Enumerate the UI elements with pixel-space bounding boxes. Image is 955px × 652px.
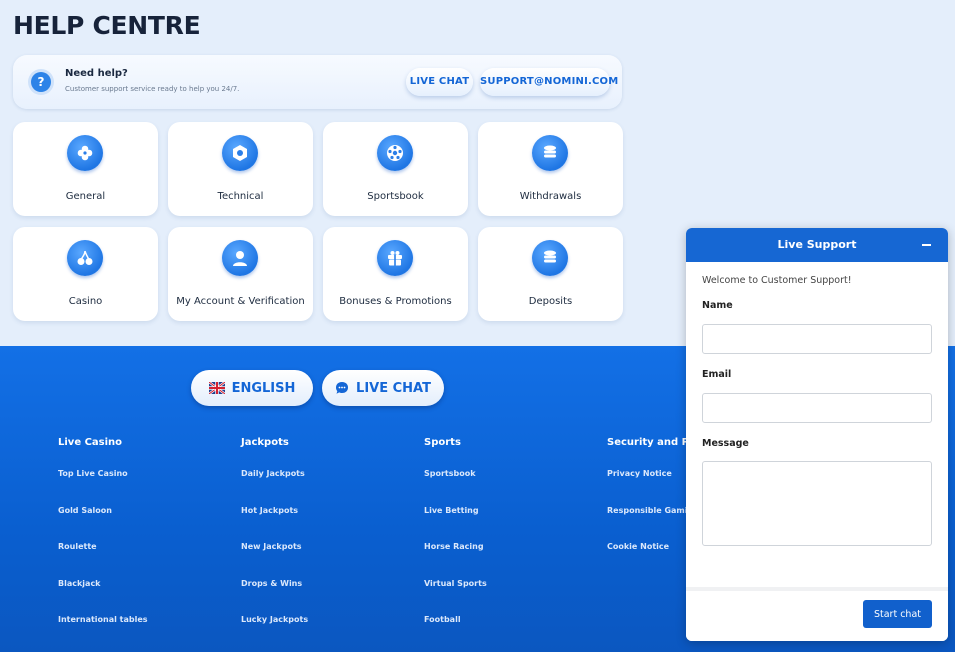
user-icon — [222, 240, 258, 276]
live-support-widget: Live Support Welcome to Customer Support… — [686, 228, 948, 641]
message-textarea[interactable] — [702, 461, 932, 546]
start-chat-button[interactable]: Start chat — [863, 600, 932, 628]
footer-link[interactable]: Sportsbook — [424, 469, 476, 478]
footer-link[interactable]: Blackjack — [58, 579, 101, 588]
category-card-withdrawals[interactable]: Withdrawals — [478, 122, 623, 216]
help-heading: Need help? — [65, 68, 128, 79]
email-label: Email — [702, 369, 732, 380]
clover-icon — [67, 135, 103, 171]
category-label: Withdrawals — [519, 191, 582, 202]
footer-column-sports: Sports Sportsbook Live Betting Horse Rac… — [424, 437, 487, 624]
coins-icon — [532, 240, 568, 276]
minimize-icon[interactable] — [922, 244, 931, 246]
footer-link[interactable]: Hot Jackpots — [241, 506, 298, 515]
footer-live-chat-button[interactable]: LIVE CHAT — [322, 370, 444, 406]
language-label: ENGLISH — [231, 380, 296, 396]
footer-link[interactable]: Cookie Notice — [607, 542, 669, 551]
footer-link[interactable]: International tables — [58, 615, 148, 624]
name-label: Name — [702, 300, 733, 311]
message-label: Message — [702, 438, 749, 449]
category-card-technical[interactable]: Technical — [168, 122, 313, 216]
category-label: Technical — [217, 191, 264, 202]
footer-link[interactable]: Football — [424, 615, 461, 624]
category-label: General — [65, 191, 106, 202]
footer-link[interactable]: Gold Saloon — [58, 506, 112, 515]
footer-column-heading: Sports — [424, 437, 461, 448]
chat-title: Live Support — [777, 238, 857, 251]
gift-icon — [377, 240, 413, 276]
chat-header: Live Support — [686, 228, 948, 262]
footer-link[interactable]: Drops & Wins — [241, 579, 302, 588]
chat-footer: Start chat — [686, 587, 948, 641]
page-title: HELP CENTRE — [13, 11, 201, 40]
category-label: Casino — [68, 296, 103, 307]
help-subtext: Customer support service ready to help y… — [65, 85, 240, 93]
footer-link[interactable]: Virtual Sports — [424, 579, 487, 588]
help-banner: ? Need help? Customer support service re… — [13, 55, 622, 109]
chat-bubble-icon — [336, 382, 349, 394]
category-label: Sportsbook — [367, 191, 424, 202]
footer-column-heading: Jackpots — [241, 437, 289, 448]
footer-link[interactable]: Roulette — [58, 542, 97, 551]
email-input[interactable] — [702, 393, 932, 423]
footer-column-live-casino: Live Casino Top Live Casino Gold Saloon … — [58, 437, 148, 624]
footer-column-jackpots: Jackpots Daily Jackpots Hot Jackpots New… — [241, 437, 308, 624]
nut-icon — [222, 135, 258, 171]
category-card-my-account[interactable]: My Account & Verification — [168, 227, 313, 321]
category-card-bonuses[interactable]: Bonuses & Promotions — [323, 227, 468, 321]
footer-link[interactable]: Horse Racing — [424, 542, 484, 551]
category-label: Bonuses & Promotions — [339, 296, 452, 307]
live-chat-label: LIVE CHAT — [356, 380, 431, 396]
category-card-sportsbook[interactable]: Sportsbook — [323, 122, 468, 216]
language-button[interactable]: ENGLISH — [191, 370, 313, 406]
footer-link[interactable]: Lucky Jackpots — [241, 615, 308, 624]
coins-icon — [532, 135, 568, 171]
category-label: My Account & Verification — [176, 296, 305, 307]
question-icon: ? — [31, 72, 51, 92]
footer-column-heading: Live Casino — [58, 437, 123, 448]
category-label: Deposits — [528, 296, 573, 307]
category-card-casino[interactable]: Casino — [13, 227, 158, 321]
category-card-general[interactable]: General — [13, 122, 158, 216]
support-email-button[interactable]: SUPPORT@NOMINI.COM — [480, 68, 618, 96]
footer-link[interactable]: Privacy Notice — [607, 469, 672, 478]
footer-link[interactable]: New Jackpots — [241, 542, 302, 551]
ball-icon — [377, 135, 413, 171]
name-input[interactable] — [702, 324, 932, 354]
chat-welcome: Welcome to Customer Support! — [702, 275, 852, 286]
live-chat-button[interactable]: LIVE CHAT — [406, 68, 473, 96]
footer-link[interactable]: Daily Jackpots — [241, 469, 305, 478]
cherries-icon — [67, 240, 103, 276]
footer-link[interactable]: Live Betting — [424, 506, 479, 515]
uk-flag-icon — [208, 382, 225, 394]
category-card-deposits[interactable]: Deposits — [478, 227, 623, 321]
footer-link[interactable]: Top Live Casino — [58, 469, 128, 478]
